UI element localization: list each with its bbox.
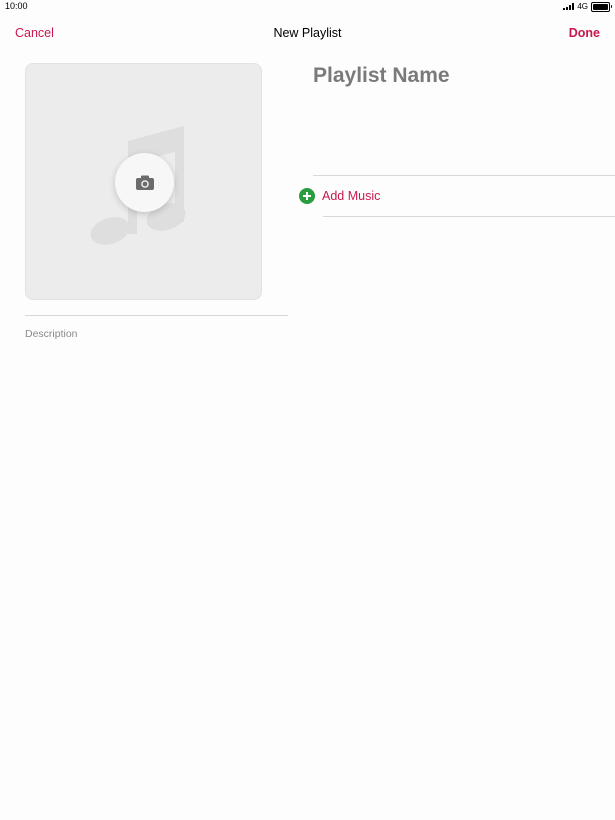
add-music-label: Add Music	[322, 189, 381, 203]
name-divider	[313, 175, 615, 176]
camera-icon	[135, 175, 154, 190]
status-time: 10:00	[5, 1, 28, 11]
signal-icon	[563, 3, 575, 10]
battery-icon	[591, 1, 612, 12]
add-music-divider	[323, 216, 615, 217]
status-indicators: 4G	[563, 1, 612, 12]
playlist-artwork[interactable]	[25, 63, 262, 300]
playlist-name-field[interactable]: Playlist Name	[313, 64, 450, 88]
description-field[interactable]: Description	[25, 328, 78, 340]
camera-button[interactable]	[115, 153, 174, 212]
navigation-bar: Cancel New Playlist Done	[0, 14, 615, 54]
description-divider	[25, 315, 288, 316]
plus-circle-icon	[299, 188, 315, 204]
page-title: New Playlist	[273, 26, 342, 40]
add-music-button[interactable]: Add Music	[299, 186, 380, 206]
network-type: 4G	[577, 2, 588, 11]
done-button[interactable]: Done	[569, 26, 600, 40]
status-bar: 10:00 4G	[0, 0, 615, 14]
